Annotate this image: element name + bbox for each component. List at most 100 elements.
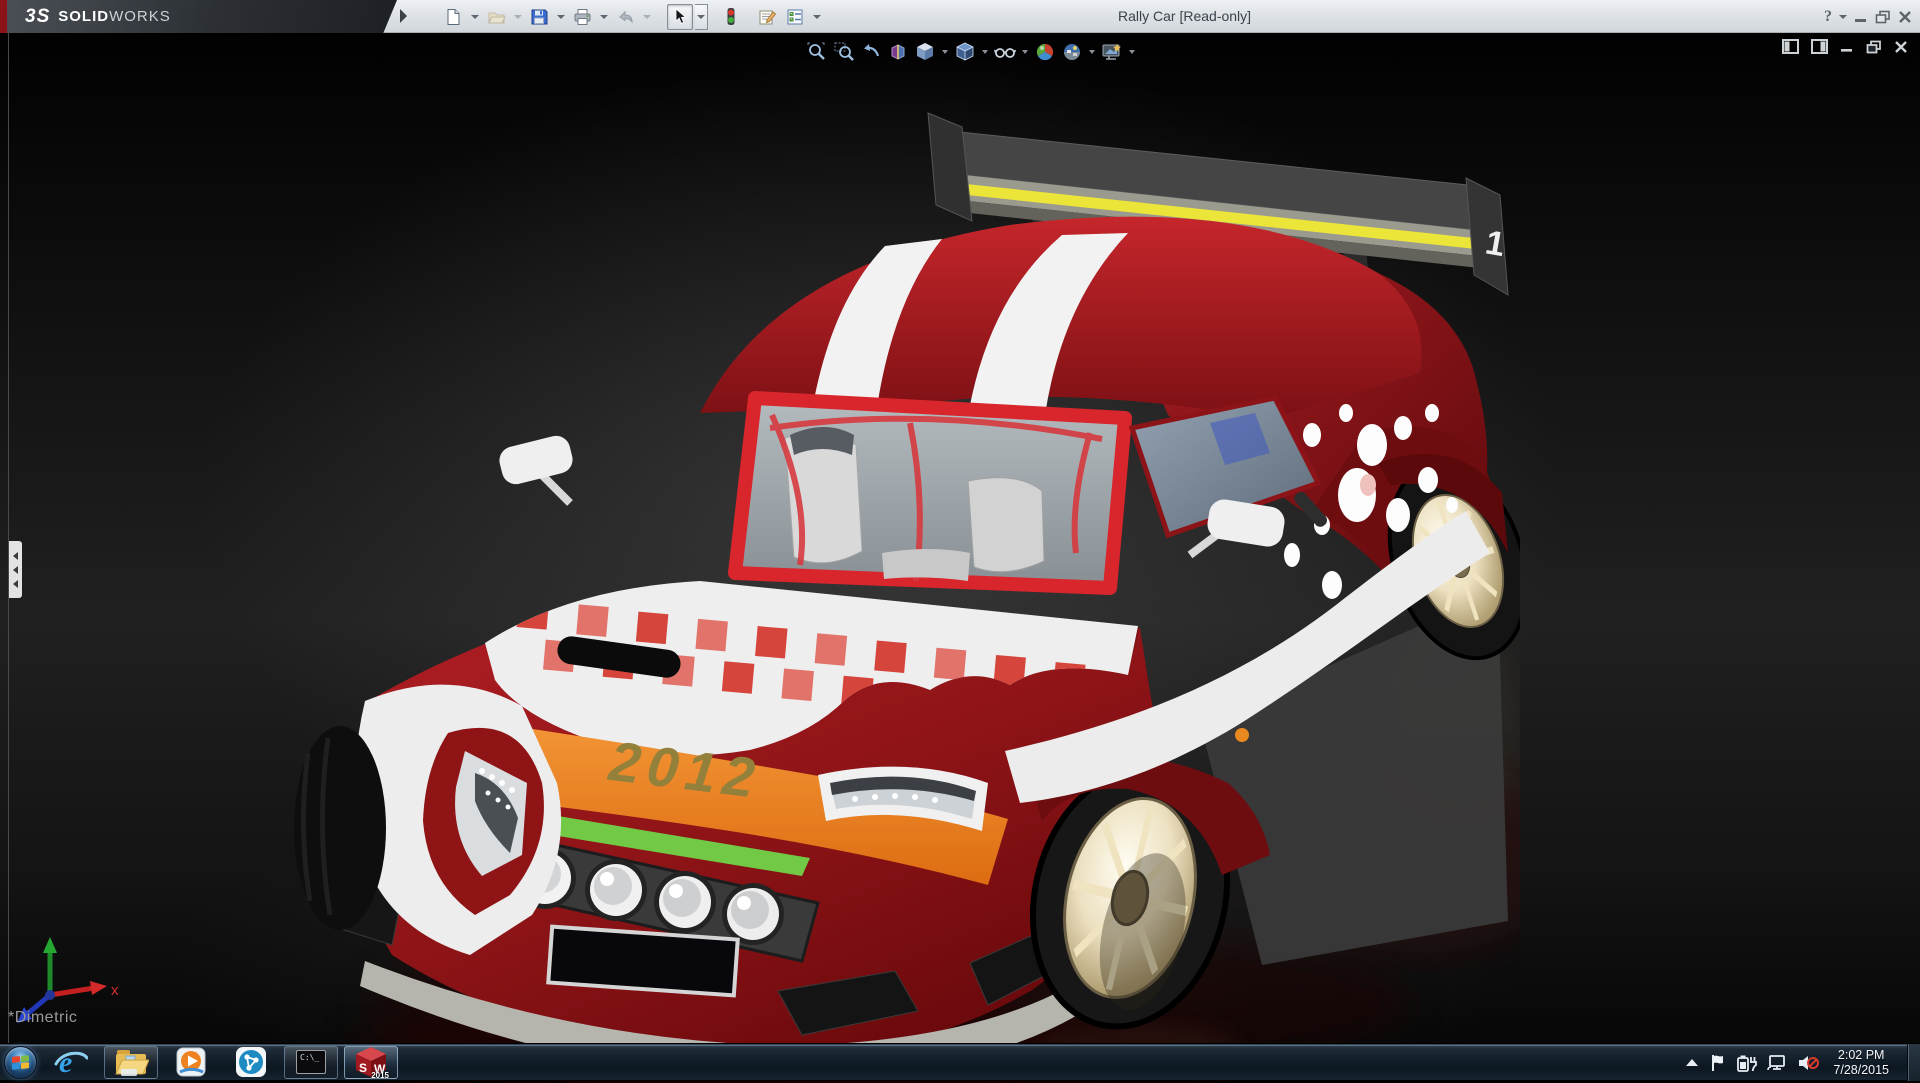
internet-explorer-button[interactable]: e <box>44 1046 98 1079</box>
zoom-to-area-icon <box>834 42 854 61</box>
zoom-to-area-button[interactable] <box>832 40 856 64</box>
solidworks-2015-icon: S W 2015 <box>354 1046 389 1080</box>
previous-view-button[interactable] <box>859 40 883 64</box>
view-orientation-dropdown[interactable] <box>940 40 950 64</box>
system-tray: 2:02 PM 7/28/2015 <box>1685 1044 1920 1081</box>
view-settings-button[interactable] <box>1100 40 1124 64</box>
network-icon <box>1767 1054 1786 1070</box>
apply-scene-button[interactable] <box>1060 40 1084 64</box>
restore-icon <box>1875 10 1890 23</box>
solidworks-2015-button[interactable]: S W 2015 <box>344 1045 398 1080</box>
view-settings-dropdown[interactable] <box>1127 40 1137 64</box>
main-toolbar <box>440 0 823 33</box>
options-button[interactable] <box>782 4 808 30</box>
select-tool-button[interactable] <box>667 3 693 30</box>
open-document-button[interactable] <box>483 4 509 30</box>
solidworks-logo[interactable]: 3S SOLID WORKS <box>7 0 397 33</box>
svg-text:S: S <box>359 1061 367 1075</box>
undo-dropdown[interactable] <box>640 4 653 30</box>
print-icon <box>574 8 590 25</box>
document-window-controls <box>1782 39 1908 54</box>
titlebar-red-edge <box>0 0 7 33</box>
rebuild-traffic-light-icon <box>727 8 735 25</box>
titlebar: 3S SOLID WORKS Rally Car [Read-only] ? <box>0 0 1920 33</box>
windshield <box>728 391 1132 595</box>
save-dropdown[interactable] <box>554 4 567 30</box>
triad-x-label: x <box>111 982 119 999</box>
clock-date: 7/28/2015 <box>1833 1062 1889 1077</box>
action-center-flag-icon <box>1712 1054 1724 1071</box>
media-player-button[interactable] <box>164 1046 218 1079</box>
file-properties-icon <box>759 10 776 24</box>
open-document-dropdown[interactable] <box>511 4 524 30</box>
taskbar-clock[interactable]: 2:02 PM 7/28/2015 <box>1833 1048 1889 1078</box>
minimize-icon <box>1855 18 1866 22</box>
save-button[interactable] <box>526 4 552 30</box>
doc-minimize-button[interactable] <box>1840 41 1854 53</box>
select-tool-dropdown[interactable] <box>695 3 708 30</box>
hood-front: 2012 <box>331 581 1175 1079</box>
edit-appearance-icon <box>1036 43 1054 61</box>
print-dropdown[interactable] <box>597 4 610 30</box>
volume-muted-icon <box>1799 1055 1820 1070</box>
help-button[interactable]: ? <box>1824 6 1832 28</box>
close-button[interactable] <box>1898 6 1912 28</box>
undo-button[interactable] <box>612 4 638 30</box>
doc-restore-button[interactable] <box>1866 40 1882 54</box>
minimize-button[interactable] <box>1854 6 1868 28</box>
zoom-to-fit-icon <box>807 42 825 60</box>
select-cursor-icon <box>675 8 687 24</box>
network-status-button[interactable] <box>1767 1054 1787 1072</box>
hide-show-items-dropdown[interactable] <box>1020 40 1030 64</box>
edit-appearance-button[interactable] <box>1033 40 1057 64</box>
command-prompt-icon: C:\_ <box>296 1050 326 1074</box>
action-center-button[interactable] <box>1709 1054 1727 1072</box>
section-view-icon <box>891 44 905 60</box>
show-desktop-button[interactable] <box>1907 1044 1920 1081</box>
network-app-button[interactable] <box>224 1046 278 1079</box>
command-prompt-button[interactable]: C:\_ <box>284 1045 338 1079</box>
front-left-wheel <box>294 726 386 930</box>
zoom-to-fit-button[interactable] <box>805 40 829 64</box>
graphics-viewport[interactable]: 1 2012 x *Dimetric <box>0 33 1920 1083</box>
hide-show-items-button[interactable] <box>993 40 1017 64</box>
power-button[interactable] <box>1737 1054 1758 1072</box>
doc-restore-icon <box>1866 40 1881 53</box>
hide-show-items-glasses-icon <box>994 48 1016 58</box>
new-document-dropdown[interactable] <box>468 4 481 30</box>
network-app-icon <box>236 1047 266 1077</box>
display-style-dropdown[interactable] <box>980 40 990 64</box>
feature-manager-collapsed-tab[interactable] <box>9 541 22 598</box>
section-view-button[interactable] <box>886 40 910 64</box>
new-document-button[interactable] <box>440 4 466 30</box>
view-orientation-button[interactable] <box>913 40 937 64</box>
restore-button[interactable] <box>1875 6 1891 28</box>
license-plate <box>546 924 740 998</box>
viewport-left-splitter[interactable] <box>8 33 9 1043</box>
split-pane-right-button[interactable] <box>1811 39 1828 54</box>
menu-expand-arrow-icon[interactable] <box>400 9 407 23</box>
print-button[interactable] <box>569 4 595 30</box>
apply-scene-dropdown[interactable] <box>1087 40 1097 64</box>
rebuild-button[interactable] <box>718 4 744 30</box>
close-icon <box>1899 10 1911 23</box>
windows-explorer-button[interactable] <box>104 1045 158 1079</box>
new-document-icon <box>447 8 460 25</box>
display-style-button[interactable] <box>953 40 977 64</box>
svg-text:e: e <box>59 1046 72 1078</box>
doc-minimize-icon <box>1841 48 1852 52</box>
help-dropdown[interactable] <box>1839 6 1847 28</box>
windows-start-icon <box>3 1045 37 1079</box>
view-orientation-label: *Dimetric <box>8 1009 78 1026</box>
start-button[interactable] <box>0 1044 40 1081</box>
show-hidden-icons-button[interactable] <box>1685 1058 1699 1068</box>
internet-explorer-icon: e <box>54 1046 88 1078</box>
volume-button[interactable] <box>1797 1054 1820 1072</box>
options-dropdown[interactable] <box>810 4 823 30</box>
car-3d-model[interactable]: 1 2012 <box>270 83 1520 1083</box>
split-pane-left-button[interactable] <box>1782 39 1799 54</box>
windows-explorer-icon <box>115 1050 149 1076</box>
heads-up-view-toolbar <box>805 38 1137 66</box>
doc-close-button[interactable] <box>1894 40 1908 54</box>
file-properties-button[interactable] <box>754 4 780 30</box>
